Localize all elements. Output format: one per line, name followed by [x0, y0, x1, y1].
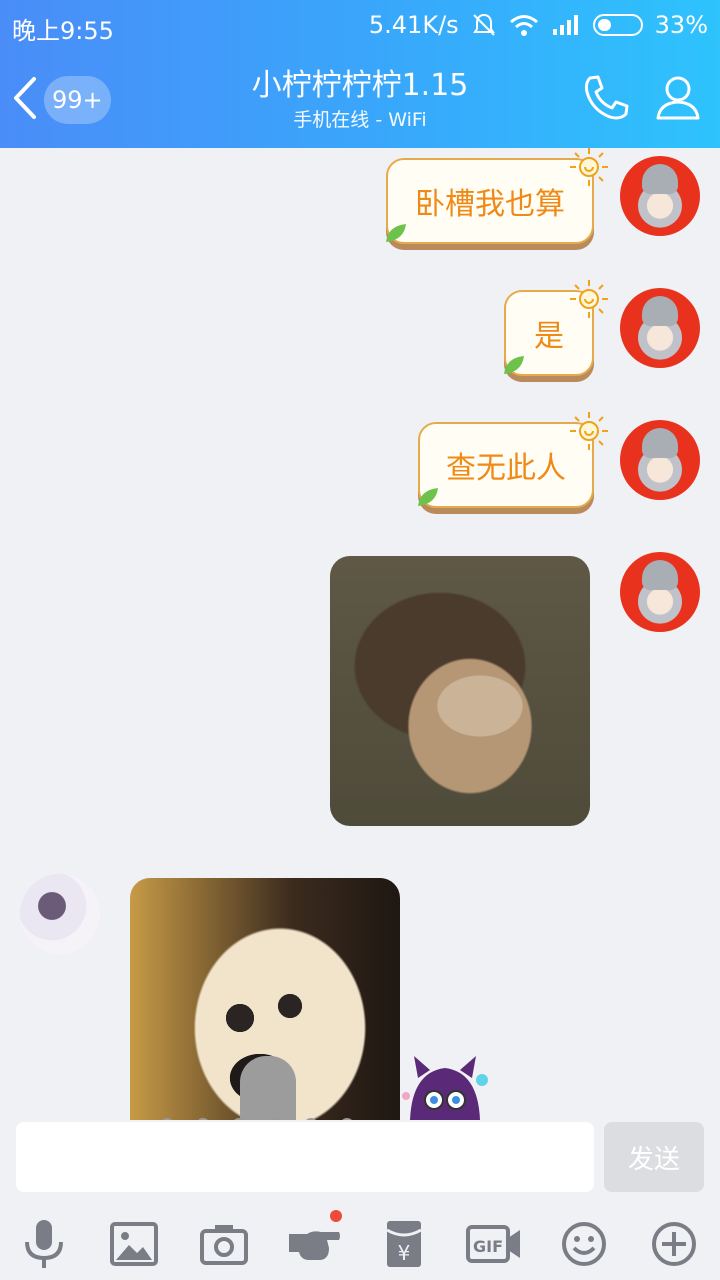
- status-icons: 5.41K/s 33%: [369, 11, 708, 39]
- message-list[interactable]: 卧槽我也算 是 查无此人: [0, 148, 720, 1120]
- image-message-dog-photo[interactable]: [130, 878, 400, 1120]
- chat-title-block[interactable]: 小柠柠柠柠1.15 手机在线 - WiFi: [160, 66, 560, 134]
- image-message-child-photo[interactable]: [330, 556, 590, 826]
- status-time: 晚上9:55: [12, 17, 114, 45]
- leaf-decoration-icon: [504, 356, 524, 374]
- message-text: 是: [534, 319, 564, 354]
- chevron-left-icon: [10, 75, 40, 125]
- sun-decoration-icon: [570, 148, 608, 186]
- avatar[interactable]: [620, 288, 700, 368]
- online-status: 手机在线 - WiFi: [293, 109, 427, 131]
- user-icon: [656, 76, 700, 120]
- redacted-overlay: [240, 1056, 296, 1120]
- nav-bar: 99+ 小柠柠柠柠1.15 手机在线 - WiFi: [0, 52, 720, 148]
- signal-icon: [551, 13, 581, 37]
- unread-badge: 99+: [44, 76, 111, 124]
- input-row: 发送: [0, 1120, 720, 1202]
- chat-header: 晚上9:55 5.41K/s 33% 99+ 小柠柠柠柠1.15 手机在线 -: [0, 0, 720, 148]
- message-bubble[interactable]: 是: [504, 280, 608, 376]
- message-text: 查无此人: [446, 451, 566, 486]
- plus-icon[interactable]: [644, 1214, 704, 1274]
- phone-icon: [584, 75, 629, 120]
- avatar-other-user[interactable]: [20, 874, 100, 954]
- back-button[interactable]: 99+: [10, 72, 120, 128]
- profile-button[interactable]: [652, 72, 704, 124]
- svg-text:¥: ¥: [398, 1241, 411, 1265]
- avatar[interactable]: [620, 156, 700, 236]
- call-button[interactable]: [580, 72, 632, 124]
- battery-percent: 33%: [654, 11, 708, 39]
- battery-icon: [592, 14, 643, 36]
- avatar[interactable]: [620, 552, 700, 632]
- status-bar: 晚上9:55 5.41K/s 33%: [0, 0, 720, 50]
- notification-dot: [330, 1210, 342, 1222]
- send-button[interactable]: 发送: [604, 1122, 704, 1192]
- message-bubble[interactable]: 卧槽我也算: [386, 148, 608, 244]
- message-input[interactable]: [16, 1122, 594, 1192]
- wifi-icon: [509, 13, 539, 37]
- svg-text:GIF: GIF: [473, 1237, 503, 1256]
- anime-girl-sticker-icon: [402, 1056, 488, 1120]
- sun-decoration-icon: [570, 412, 608, 450]
- leaf-decoration-icon: [386, 224, 406, 242]
- avatar[interactable]: [620, 420, 700, 500]
- input-toolbar: ¥ GIF: [0, 1202, 720, 1280]
- microphone-icon[interactable]: [14, 1214, 74, 1274]
- red-packet-icon[interactable]: ¥: [374, 1214, 434, 1274]
- message-text: 卧槽我也算: [415, 187, 565, 222]
- gif-icon[interactable]: GIF: [464, 1214, 524, 1274]
- page-title: 小柠柠柠柠1.15: [251, 68, 469, 103]
- mute-bell-icon: [471, 12, 497, 38]
- camera-icon[interactable]: [194, 1214, 254, 1274]
- poke-hand-icon[interactable]: [284, 1210, 344, 1274]
- sun-decoration-icon: [570, 280, 608, 318]
- leaf-decoration-icon: [418, 488, 438, 506]
- message-bubble[interactable]: 查无此人: [418, 412, 608, 508]
- net-speed: 5.41K/s: [368, 11, 459, 39]
- emoji-icon[interactable]: [554, 1214, 614, 1274]
- image-icon[interactable]: [104, 1214, 164, 1274]
